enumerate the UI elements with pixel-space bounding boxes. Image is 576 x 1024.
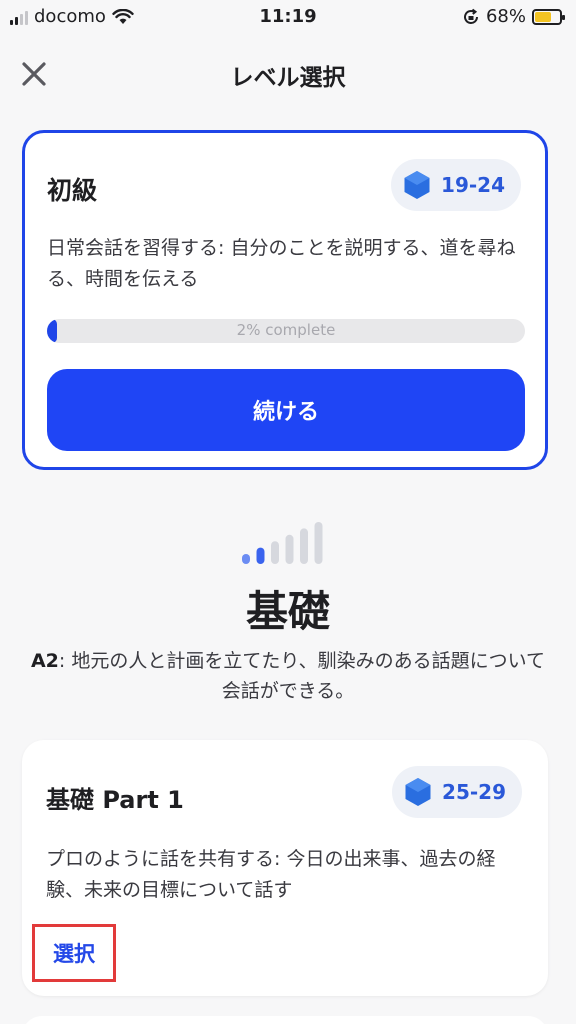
cefr-code: A2 [30, 650, 59, 672]
part-title: 基礎 Part 1 [46, 786, 184, 814]
select-link[interactable]: 選択 [53, 938, 95, 968]
level-meter-bar [300, 528, 308, 564]
status-right: 68% [462, 6, 565, 27]
orientation-lock-icon [464, 8, 478, 24]
level-select-screen: docomo 11:19 68% レベル選択 初級 19-24 日常会話を習得す… [0, 0, 576, 1024]
section-description-text: : 地元の人と計画を立てたり、馴染みのある話題について会話ができる。 [58, 650, 546, 702]
level-meter-bar [271, 541, 279, 564]
progress-bar: 2% complete [47, 319, 525, 343]
range-text: 19-24 [441, 173, 505, 197]
level-meter-bar [285, 534, 294, 564]
level-meter-icon [242, 522, 323, 564]
section-description: A2: 地元の人と計画を立てたり、馴染みのある話題について会話ができる。 [30, 646, 546, 706]
level-description: 日常会話を習得する: 自分のことを説明する、道を尋ねる、時間を伝える [47, 237, 516, 290]
page-title: レベル選択 [230, 65, 346, 91]
level-meter-bar [242, 554, 250, 564]
select-highlight-box: 選択 [32, 924, 116, 982]
hexagon-icon [404, 171, 430, 199]
part-range-badge: 25-29 [392, 766, 522, 818]
current-level-card: 初級 19-24 日常会話を習得する: 自分のことを説明する、道を尋ねる、時間を… [22, 130, 548, 470]
part-card[interactable]: 基礎 Part 1 25-29 プロのように話を共有する: 今日の出来事、過去の… [22, 740, 548, 996]
level-meter-bar [256, 547, 265, 564]
part-range-text: 25-29 [442, 780, 506, 804]
continue-button[interactable]: 続ける [47, 369, 525, 451]
hexagon-icon [405, 778, 431, 806]
progress-label: 2% complete [236, 321, 336, 339]
section-title: 基礎 [245, 587, 330, 636]
level-meter-bar [314, 522, 323, 564]
nav-header: レベル選択 [0, 40, 576, 106]
battery-icon [532, 8, 565, 25]
next-card-peek [22, 1016, 548, 1024]
level-title: 初級 [47, 176, 98, 205]
battery-percent: 68% [485, 6, 526, 27]
range-badge: 19-24 [391, 159, 521, 211]
status-bar: docomo 11:19 68% [0, 0, 576, 34]
battery-fill [535, 11, 552, 22]
part-description: プロのように話を共有する: 今日の出来事、過去の経験、未来の目標について話す [46, 848, 496, 901]
